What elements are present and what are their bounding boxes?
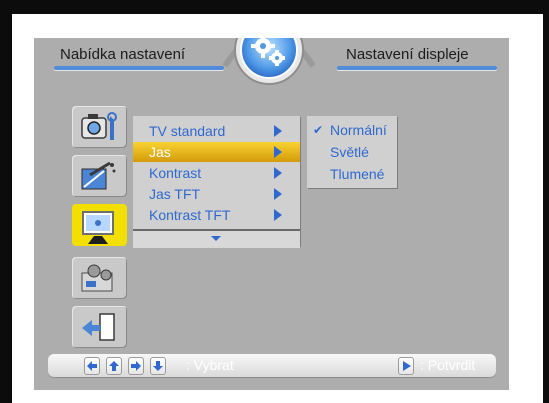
sidebar-item-camera[interactable] <box>72 106 127 148</box>
menu-scroll-footer[interactable] <box>133 229 300 248</box>
page-title: Nabídka nastavení <box>60 46 186 63</box>
arrow-up-icon <box>106 357 122 375</box>
osd-screen: Nabídka nastavení Nastavení displeje TV … <box>34 38 509 390</box>
camera-wrench-icon <box>81 112 117 140</box>
arrow-down-icon <box>150 357 166 375</box>
menu-item-kontrast[interactable]: Kontrast <box>133 163 300 183</box>
antenna-tv-icon <box>81 161 116 190</box>
title-underline-left <box>54 66 224 70</box>
bezel-left <box>0 0 12 403</box>
chevron-right-icon <box>274 167 282 179</box>
monitor-icon <box>82 211 114 244</box>
chevron-right-icon <box>274 209 282 221</box>
exit-door-icon <box>82 313 115 341</box>
title-underline-right <box>337 66 497 70</box>
screen-frame: Nabídka nastavení Nastavení displeje TV … <box>0 0 549 403</box>
down-arrow-icon <box>211 236 221 241</box>
gears-folder-icon <box>81 264 113 292</box>
submenu-item-label: Normální <box>330 122 387 138</box>
arrow-left-icon <box>84 357 100 375</box>
submenu-item-tlumene[interactable]: Tlumené <box>307 164 397 186</box>
menu-item-label: Jas TFT <box>149 186 201 202</box>
menu-item-tv-standard[interactable]: TV standard <box>133 121 300 141</box>
menu-item-label: TV standard <box>149 123 226 139</box>
bottom-help-bar: : Vybrat : Potvrdit <box>48 354 496 378</box>
play-icon <box>398 357 414 375</box>
brightness-submenu: ✔ Normální Světlé Tlumené <box>307 116 397 188</box>
chevron-right-icon <box>274 188 282 200</box>
chevron-right-icon <box>274 146 282 158</box>
submenu-item-normalni[interactable]: ✔ Normální <box>307 120 397 142</box>
confirm-hint: : Potvrdit <box>420 357 476 373</box>
check-icon: ✔ <box>313 123 324 137</box>
submenu-item-svetle[interactable]: Světlé <box>307 142 397 164</box>
menu-item-label: Kontrast <box>149 165 202 181</box>
submenu-item-label: Tlumené <box>330 166 385 182</box>
chevron-right-icon <box>274 125 282 137</box>
section-title: Nastavení displeje <box>346 46 469 63</box>
bezel-top <box>0 0 549 14</box>
select-hint: : Vybrat <box>186 357 234 373</box>
menu-item-kontrast-tft[interactable]: Kontrast TFT <box>133 205 300 225</box>
settings-menu: TV standard Jas Kontrast Jas TFT Kontras… <box>133 116 300 248</box>
bezel-right <box>543 0 549 403</box>
sidebar-item-exit[interactable] <box>72 306 127 348</box>
arrow-right-icon <box>128 357 144 375</box>
sidebar-item-antenna[interactable] <box>72 155 127 197</box>
menu-item-label: Jas <box>149 144 171 160</box>
menu-item-jas-tft[interactable]: Jas TFT <box>133 184 300 204</box>
menu-item-jas[interactable]: Jas <box>133 142 300 162</box>
sidebar-item-display[interactable] <box>72 204 127 246</box>
submenu-item-label: Světlé <box>330 144 369 160</box>
sidebar-item-settings-folder[interactable] <box>72 257 127 299</box>
menu-item-label: Kontrast TFT <box>149 207 231 223</box>
gears-icon <box>219 38 319 88</box>
